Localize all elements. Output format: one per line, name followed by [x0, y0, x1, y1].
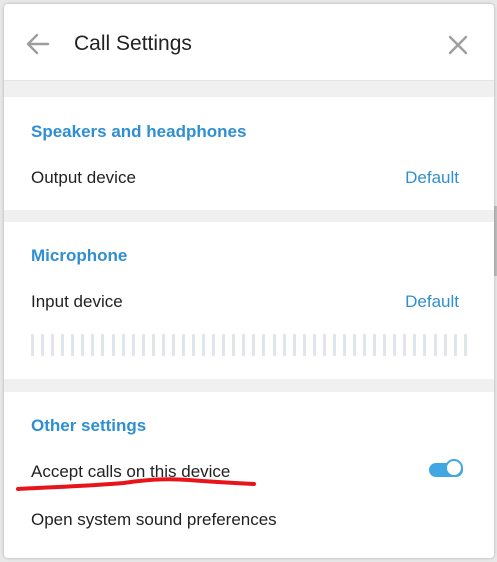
level-bar: [453, 334, 457, 356]
dialog-header: Call Settings: [4, 4, 494, 81]
level-bar: [242, 334, 246, 356]
level-bar: [51, 334, 55, 356]
level-bar: [302, 334, 306, 356]
input-level-meter: [31, 334, 467, 356]
dialog-title: Call Settings: [74, 32, 192, 55]
speakers-section: Speakers and headphones Output device De…: [4, 97, 494, 210]
level-bar: [41, 334, 45, 356]
microphone-section: Microphone Input device Default: [4, 222, 494, 379]
arrow-left-icon: [26, 33, 50, 55]
level-bar: [71, 334, 75, 356]
level-bar: [292, 334, 296, 356]
level-bar: [393, 334, 397, 356]
level-bar: [81, 334, 85, 356]
toggle-knob: [445, 459, 463, 477]
level-bar: [433, 334, 437, 356]
input-device-label[interactable]: Input device: [31, 292, 123, 312]
level-bar: [413, 334, 417, 356]
level-bar: [463, 334, 467, 356]
level-bar: [363, 334, 367, 356]
level-bar: [403, 334, 407, 356]
close-icon: [448, 35, 468, 55]
level-bar: [353, 334, 356, 356]
level-bar: [141, 334, 145, 356]
level-bar: [383, 334, 387, 356]
level-bar: [252, 334, 256, 356]
level-bar: [282, 334, 286, 356]
level-bar: [101, 334, 105, 356]
level-bar: [262, 334, 266, 356]
input-device-value[interactable]: Default: [405, 292, 459, 312]
output-device-label[interactable]: Output device: [31, 168, 136, 188]
level-bar: [202, 334, 206, 356]
level-bar: [131, 334, 135, 356]
level-bar: [222, 334, 226, 356]
level-bar: [31, 334, 34, 356]
level-bar: [192, 334, 195, 356]
level-bar: [61, 334, 65, 356]
level-bar: [342, 334, 346, 356]
level-bar: [373, 334, 377, 356]
level-bar: [423, 334, 427, 356]
level-bar: [272, 334, 276, 356]
level-bar: [232, 334, 236, 356]
microphone-section-title: Microphone: [31, 246, 128, 265]
level-bar: [171, 334, 175, 356]
red-underline-annotation: [16, 477, 256, 491]
level-bar: [312, 334, 316, 356]
speakers-section-title: Speakers and headphones: [31, 122, 247, 141]
level-bar: [443, 334, 447, 356]
level-bar: [332, 334, 336, 356]
output-device-value[interactable]: Default: [405, 168, 459, 188]
level-bar: [161, 334, 165, 356]
open-sound-preferences-link[interactable]: Open system sound preferences: [31, 510, 277, 530]
level-bar: [181, 334, 185, 356]
level-bar: [111, 334, 115, 356]
level-bar: [151, 334, 155, 356]
accept-calls-toggle[interactable]: [429, 459, 465, 479]
back-button[interactable]: [24, 30, 52, 58]
level-bar: [91, 334, 95, 356]
level-bar: [322, 334, 326, 356]
close-button[interactable]: [445, 32, 471, 58]
other-settings-section-title: Other settings: [31, 416, 147, 435]
level-bar: [212, 334, 216, 356]
level-bar: [121, 334, 125, 356]
